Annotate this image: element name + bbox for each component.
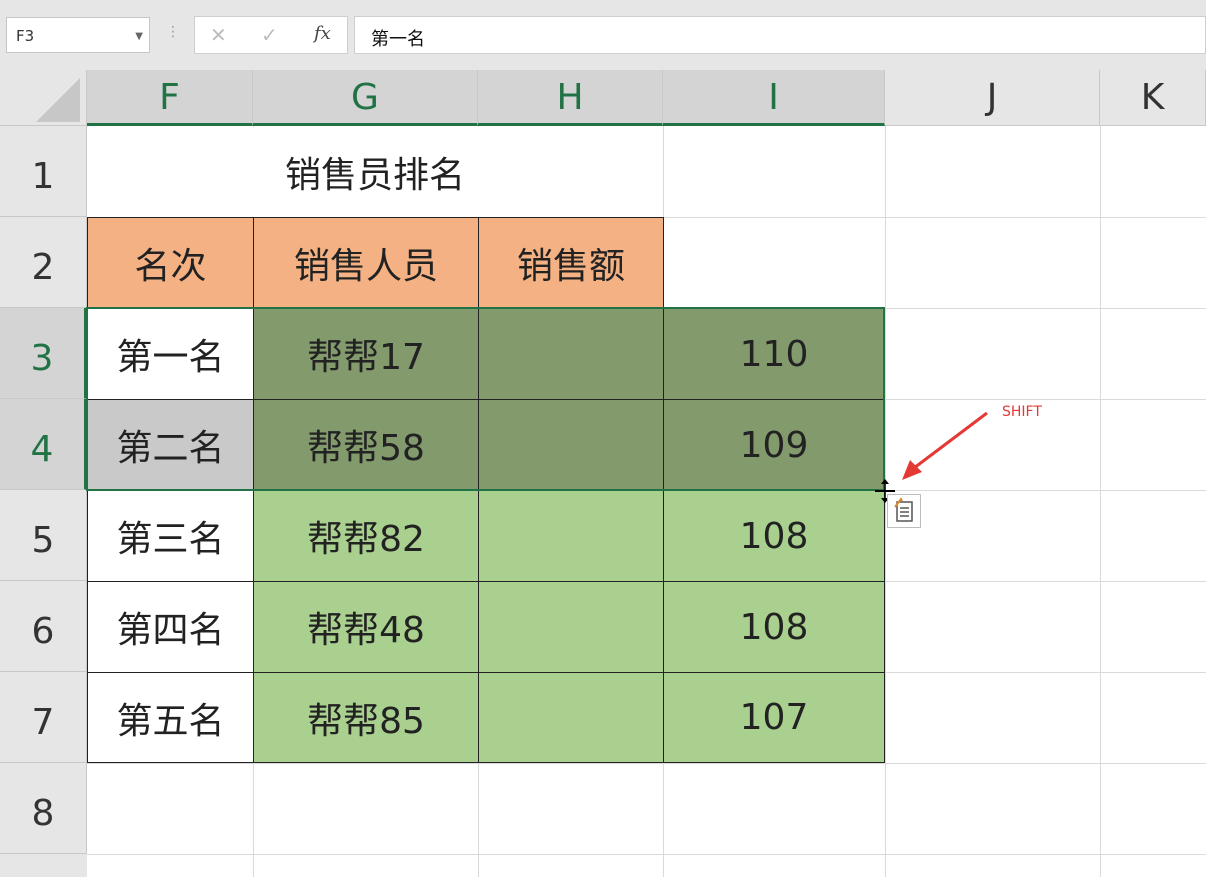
column-header-h[interactable]: H: [478, 70, 663, 126]
value-cell[interactable]: 108: [663, 490, 885, 582]
value-cell[interactable]: 107: [663, 672, 885, 763]
row-header-2[interactable]: 2: [0, 217, 87, 308]
person-cell[interactable]: 帮帮82: [253, 490, 479, 582]
confirm-icon[interactable]: ✓: [261, 23, 278, 47]
row-header-6[interactable]: 6: [0, 581, 87, 672]
selection-range[interactable]: [86, 307, 885, 491]
column-header-g[interactable]: G: [253, 70, 478, 126]
gridline: [87, 763, 1206, 764]
person-cell[interactable]: 帮帮48: [253, 581, 479, 673]
name-box-value: F3: [16, 27, 35, 45]
rank-cell[interactable]: 第四名: [87, 581, 254, 673]
column-header-i[interactable]: I: [663, 70, 885, 126]
rank-cell[interactable]: 第三名: [87, 490, 254, 582]
column-header-j[interactable]: J: [885, 70, 1100, 126]
formula-bar: F3 ▼ ⋮ ✕ ✓ fx 第一名: [0, 0, 1206, 70]
insert-function-icon[interactable]: fx: [314, 23, 331, 44]
sheet-title-cell[interactable]: 销售员排名: [88, 127, 662, 217]
column-header-f[interactable]: F: [87, 70, 253, 126]
row-header-4[interactable]: 4: [0, 399, 87, 490]
rank-cell[interactable]: 第五名: [87, 672, 254, 763]
select-all-corner[interactable]: [0, 70, 87, 126]
header-cell-person[interactable]: 销售人员: [253, 217, 479, 309]
more-dots-icon: ⋮: [166, 24, 180, 40]
gridline: [1100, 126, 1101, 877]
select-all-triangle-icon: [36, 78, 80, 122]
person-cell[interactable]: 帮帮85: [253, 672, 479, 763]
header-cell-rank[interactable]: 名次: [87, 217, 254, 309]
sheet-title: 销售员排名: [284, 155, 465, 196]
amount-cell[interactable]: [478, 490, 664, 582]
amount-cell[interactable]: [478, 581, 664, 673]
formula-value: 第一名: [371, 29, 425, 50]
gridline: [87, 854, 1206, 855]
annotation-label: SHIFT: [1002, 404, 1042, 420]
header-cell-amount[interactable]: 销售额: [478, 217, 664, 309]
formula-buttons: ✕ ✓ fx: [194, 16, 348, 54]
row-header-7[interactable]: 7: [0, 672, 87, 763]
quick-analysis-icon[interactable]: [887, 494, 921, 528]
chevron-down-icon[interactable]: ▼: [135, 31, 143, 42]
row-header-1[interactable]: 1: [0, 126, 87, 217]
row-header-3[interactable]: 3: [0, 308, 87, 399]
formula-input[interactable]: 第一名: [354, 16, 1206, 54]
cancel-icon[interactable]: ✕: [210, 23, 227, 47]
amount-cell[interactable]: [478, 672, 664, 763]
row-header-5[interactable]: 5: [0, 490, 87, 581]
value-cell[interactable]: 108: [663, 581, 885, 673]
name-box[interactable]: F3 ▼: [6, 17, 150, 53]
row-header-8[interactable]: 8: [0, 763, 87, 854]
column-header-k[interactable]: K: [1100, 70, 1206, 126]
